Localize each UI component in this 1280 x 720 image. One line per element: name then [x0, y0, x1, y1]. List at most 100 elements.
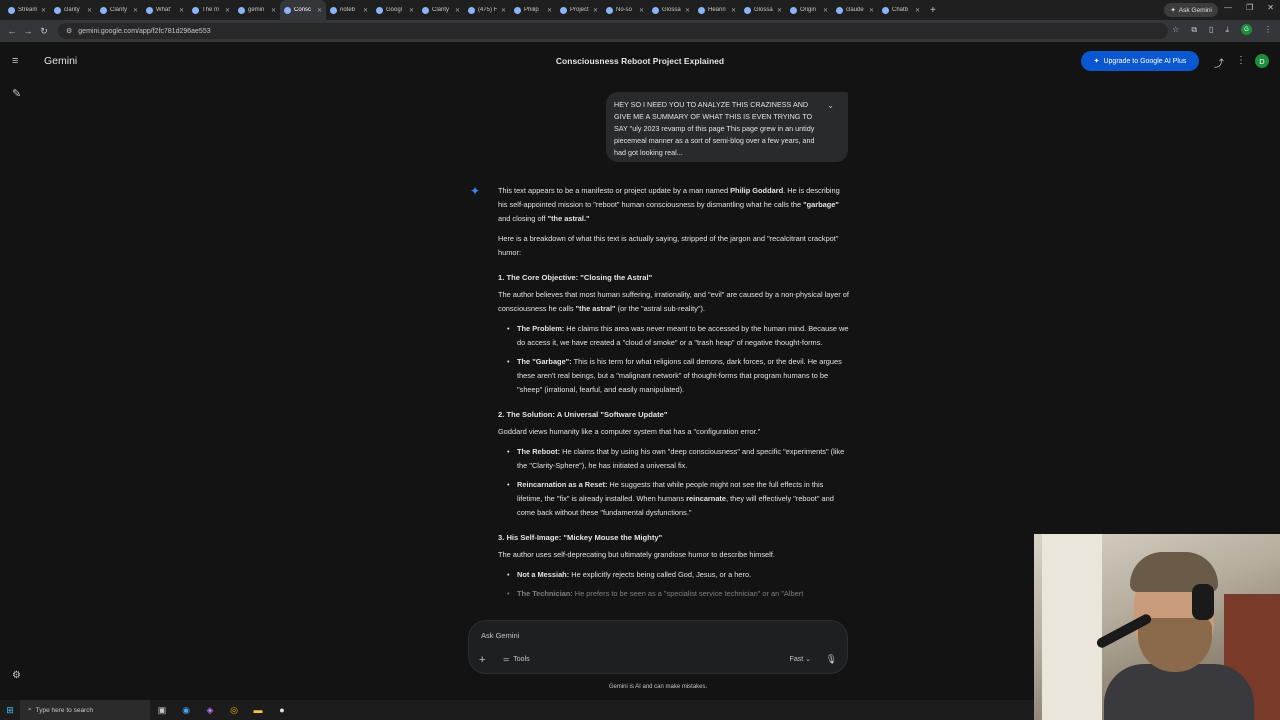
browser-tab[interactable]: Stream ✕	[4, 0, 50, 20]
settings-gear-icon[interactable]: ⚙	[12, 670, 21, 681]
browser-tab[interactable]: Clarity ✕	[418, 0, 464, 20]
new-tab-icon[interactable]: +	[924, 5, 942, 16]
browser-tab[interactable]: Consc ✕	[280, 0, 326, 20]
browser-tab[interactable]: Hearin ✕	[694, 0, 740, 20]
browser-tab[interactable]: Chatb ✕	[878, 0, 924, 20]
close-tab-icon[interactable]: ✕	[317, 7, 322, 14]
task-view-icon[interactable]: ▣	[150, 705, 174, 716]
close-tab-icon[interactable]: ✕	[547, 7, 552, 14]
copilot-icon[interactable]: ◈	[198, 705, 222, 716]
browser-tab[interactable]: The m ✕	[188, 0, 234, 20]
browser-tab[interactable]: Project ✕	[556, 0, 602, 20]
tab-label: Philip	[524, 7, 539, 13]
browser-tab[interactable]: Googl ✕	[372, 0, 418, 20]
close-tab-icon[interactable]: ✕	[455, 7, 460, 14]
close-tab-icon[interactable]: ✕	[363, 7, 368, 14]
new-chat-icon[interactable]: ✎	[12, 87, 21, 100]
browser-tab[interactable]: Clarity ✕	[96, 0, 142, 20]
close-tab-icon[interactable]: ✕	[639, 7, 644, 14]
browser-tab[interactable]: (475) F ✕	[464, 0, 510, 20]
forward-icon[interactable]: →	[20, 26, 36, 36]
close-tab-icon[interactable]: ✕	[685, 7, 690, 14]
tab-label: Googl	[386, 7, 403, 13]
close-tab-icon[interactable]: ✕	[225, 7, 230, 14]
tab-favicon-icon	[100, 6, 107, 14]
browser-tab[interactable]: Glossa ✕	[740, 0, 786, 20]
obs-icon[interactable]: ●	[270, 705, 294, 715]
close-tab-icon[interactable]: ✕	[731, 7, 736, 14]
expand-chevron-icon[interactable]: ⌄	[827, 100, 834, 112]
tab-label: What'	[156, 7, 172, 13]
download-icon[interactable]: ⤓	[1225, 25, 1229, 35]
close-tab-icon[interactable]: ✕	[133, 7, 138, 14]
tab-favicon-icon	[836, 6, 843, 14]
browser-tab[interactable]: claude ✕	[832, 0, 878, 20]
list-item: The "Garbage": This is his term for what…	[498, 355, 850, 397]
taskbar-search[interactable]: ⌕ Type here to search	[20, 700, 150, 720]
tab-favicon-icon	[330, 6, 337, 14]
upgrade-button[interactable]: ✦ Upgrade to Google AI Plus	[1081, 51, 1199, 71]
close-tab-icon[interactable]: ✕	[409, 7, 414, 14]
tab-label: (475) F	[478, 7, 498, 13]
browser-menu-icon[interactable]: ⋮	[1264, 25, 1272, 34]
windows-start-icon[interactable]: ⊞	[0, 705, 20, 716]
browser-profile-avatar[interactable]: G	[1241, 24, 1252, 35]
search-icon: ⌕	[28, 706, 32, 713]
browser-tab-strip: Stream ✕ clarity ✕ Clarity ✕ What' ✕ The m ✕ gemin…	[0, 0, 1280, 20]
close-tab-icon[interactable]: ✕	[41, 7, 46, 14]
microphone-icon[interactable]: 🎙	[826, 654, 837, 665]
close-tab-icon[interactable]: ✕	[179, 7, 184, 14]
prompt-input-box[interactable]: Ask Gemini + ⚌ Tools Fast ⌄ 🎙	[468, 620, 848, 674]
reload-icon[interactable]: ↻	[36, 26, 52, 37]
sidepanel-icon[interactable]: ▯	[1209, 25, 1213, 34]
section-3-list: Not a Messiah: He explicitly rejects bei…	[498, 568, 850, 601]
add-attachment-icon[interactable]: +	[479, 654, 485, 666]
browser-tab[interactable]: What' ✕	[142, 0, 188, 20]
windows-taskbar: ⊞ ⌕ Type here to search ▣ ◉ ◈ ◎ ▬ ●	[0, 700, 1034, 720]
address-bar[interactable]: ⚙ gemini.google.com/app/f2fc781d296ae553	[58, 23, 1168, 39]
close-tab-icon[interactable]: ✕	[869, 7, 874, 14]
list-item: The Technician: He prefers to be seen as…	[498, 587, 850, 601]
tab-label: Hearin	[708, 7, 726, 13]
section-3-paragraph: The author uses self-deprecating but ult…	[498, 550, 775, 559]
edge-icon[interactable]: ◉	[174, 705, 198, 716]
browser-tab[interactable]: Glossa ✕	[648, 0, 694, 20]
close-tab-icon[interactable]: ✕	[501, 7, 506, 14]
model-mode-dropdown[interactable]: Fast ⌄	[790, 655, 811, 663]
browser-tab[interactable]: No-so ✕	[602, 0, 648, 20]
close-tab-icon[interactable]: ✕	[271, 7, 276, 14]
list-item: The Reboot: He claims that by using his …	[498, 445, 850, 473]
tab-label: Clarity	[110, 7, 128, 13]
tab-label: Project	[570, 7, 589, 13]
list-item: Not a Messiah: He explicitly rejects bei…	[498, 568, 850, 582]
tools-sliders-icon: ⚌	[503, 656, 510, 663]
tools-button[interactable]: ⚌ Tools	[503, 655, 530, 664]
toolbar-actions: ☆ ⧉ ▯ ⤓ G ⋮	[1172, 24, 1272, 35]
site-info-icon[interactable]: ⚙	[66, 27, 72, 35]
browser-tab[interactable]: Philip ✕	[510, 0, 556, 20]
disclaimer-text: Gemini is AI and can make mistakes.	[608, 684, 708, 690]
close-tab-icon[interactable]: ✕	[823, 7, 828, 14]
user-avatar[interactable]: D	[1255, 54, 1269, 68]
prompt-input[interactable]: Ask Gemini	[481, 631, 519, 640]
more-options-icon[interactable]: ⋮	[1236, 55, 1246, 66]
browser-tab[interactable]: Origin ✕	[786, 0, 832, 20]
browser-tab[interactable]: noteb ✕	[326, 0, 372, 20]
browser-tab[interactable]: clarity ✕	[50, 0, 96, 20]
extensions-icon[interactable]: ⧉	[1191, 25, 1197, 35]
close-tab-icon[interactable]: ✕	[87, 7, 92, 14]
close-tab-icon[interactable]: ✕	[593, 7, 598, 14]
close-window-icon[interactable]: ✕	[1267, 3, 1274, 12]
tab-label: Chatb	[892, 7, 909, 13]
share-icon[interactable]: ⤴	[1214, 55, 1224, 70]
browser-tab[interactable]: gemin ✕	[234, 0, 280, 20]
back-icon[interactable]: ←	[4, 26, 20, 36]
close-tab-icon[interactable]: ✕	[915, 7, 920, 14]
chrome-icon[interactable]: ◎	[222, 705, 246, 716]
ask-gemini-button[interactable]: ✦ Ask Gemini	[1164, 3, 1218, 17]
bookmark-star-icon[interactable]: ☆	[1172, 25, 1179, 34]
file-explorer-icon[interactable]: ▬	[246, 705, 270, 715]
minimize-icon[interactable]: —	[1224, 3, 1232, 12]
maximize-icon[interactable]: ❐	[1246, 3, 1253, 12]
close-tab-icon[interactable]: ✕	[777, 7, 782, 14]
